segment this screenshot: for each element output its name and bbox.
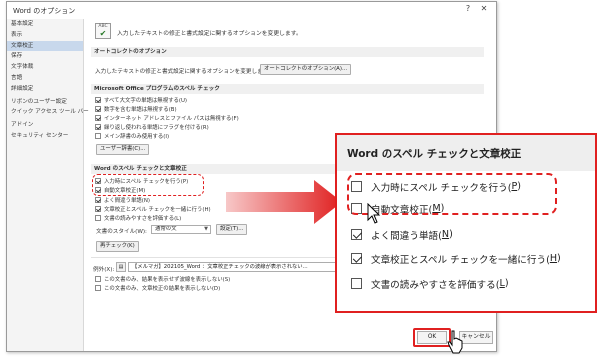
exceptions-document-select[interactable]: 【メルマガ】202105_Word ：文章校正チェックの波線が表示されない... xyxy=(128,262,338,272)
recheck-document-button[interactable]: 再チェック(K) xyxy=(96,241,139,252)
autocorrect-options-button[interactable]: オートコレクトのオプション(A)... xyxy=(260,64,352,75)
office-spelling-header: Microsoft Office プログラムのスペル チェック xyxy=(91,84,484,94)
checkbox[interactable] xyxy=(351,229,362,240)
sidebar-item-save[interactable]: 保存 xyxy=(7,51,83,62)
abc-check-icon: ABC ✔ xyxy=(95,23,111,39)
zoom-readability-statistics-option[interactable]: 文書の読みやすさを評価する(L) xyxy=(351,275,509,292)
callout-header: Word のスペル チェックと文章校正 xyxy=(337,135,595,171)
zoom-confused-words-option[interactable]: よく間違う単語(N) xyxy=(351,226,453,243)
chevron-down-icon: ▼ xyxy=(204,226,208,232)
checkbox[interactable] xyxy=(351,278,362,289)
title-bar: Word のオプション ? ✕ xyxy=(7,2,496,19)
checkbox[interactable] xyxy=(95,197,101,204)
autocorrect-header: オートコレクトのオプション xyxy=(91,47,484,57)
checkbox[interactable] xyxy=(95,133,101,140)
ignore-internet-addresses-option[interactable]: インターネット アドレスとファイル パスは無視する(F) xyxy=(95,114,239,123)
checkbox[interactable] xyxy=(95,206,101,213)
checkbox[interactable] xyxy=(95,215,101,222)
writing-style-label: 文書のスタイル(W): xyxy=(96,229,147,235)
sidebar-item-customize-ribbon[interactable]: リボンのユーザー設定 xyxy=(7,97,83,108)
flag-repeated-words-option[interactable]: 繰り返し使われる単語にフラグを付ける(R) xyxy=(95,123,209,132)
sidebar-item-trust-center[interactable]: セキュリティ センター xyxy=(7,131,83,142)
hide-grammar-errors-option[interactable]: この文書のみ、文章校正の結果を表示しない(D) xyxy=(95,284,220,293)
sidebar-item-general[interactable]: 基本設定 xyxy=(7,19,83,30)
spelling-options-highlight xyxy=(92,174,204,196)
checkbox[interactable] xyxy=(95,276,101,283)
panel-intro: 入力したテキストの修正と書式設定に関するオプションを変更します。 xyxy=(117,31,302,37)
checkbox[interactable] xyxy=(95,124,101,131)
hide-spelling-errors-option[interactable]: この文書のみ、結果を表示せず波線を表示しない(S) xyxy=(95,275,230,284)
checkbox[interactable] xyxy=(95,106,101,113)
ok-button-highlight xyxy=(413,328,451,347)
sidebar-item-proofing[interactable]: 文章校正 xyxy=(7,40,83,52)
writing-style-select[interactable]: 通常の文 ▼ xyxy=(151,225,211,234)
zoom-check-grammar-with-spelling-option[interactable]: 文章校正とスペル チェックを一緒に行う(H) xyxy=(351,250,561,267)
check-grammar-with-spelling-option[interactable]: 文章校正とスペル チェックを一緒に行う(H) xyxy=(95,205,211,214)
zoom-callout: Word のスペル チェックと文章校正 入力時にスペル チェックを行う(P) 自… xyxy=(335,133,597,313)
callout-title: Word のスペル チェックと文章校正 xyxy=(347,148,522,160)
document-icon: ▤ xyxy=(116,262,126,272)
dialog-title: Word のオプション xyxy=(13,7,76,15)
checkbox[interactable] xyxy=(95,97,101,104)
sidebar-item-display[interactable]: 表示 xyxy=(7,30,83,41)
checkbox[interactable] xyxy=(351,253,362,264)
autocorrect-description: 入力したテキストの修正と書式設定に関するオプションを変更します。 xyxy=(95,69,274,75)
checkbox[interactable] xyxy=(95,285,101,292)
close-button[interactable]: ✕ xyxy=(478,4,490,13)
ignore-uppercase-option[interactable]: すべて大文字の単語は無視する(U) xyxy=(95,96,187,105)
ignore-numbers-option[interactable]: 数字を含む単語は無視する(B) xyxy=(95,105,177,114)
readability-statistics-option[interactable]: 文書の読みやすさを評価する(L) xyxy=(95,214,181,223)
custom-dictionaries-button[interactable]: ユーザー辞書(C)... xyxy=(96,144,150,155)
exceptions-label: 例外(X): xyxy=(93,267,115,273)
sidebar-item-quick-access-toolbar[interactable]: クイック アクセス ツール バー xyxy=(7,107,89,118)
mouse-cursor-icon xyxy=(367,203,381,224)
red-arrow-icon xyxy=(226,180,342,224)
checkbox[interactable] xyxy=(95,115,101,122)
sidebar: 基本設定 表示 文章校正 保存 文字体裁 言語 詳細設定 リボンのユーザー設定 … xyxy=(7,19,89,351)
main-dictionary-only-option[interactable]: メイン辞書のみ使用する(I) xyxy=(95,132,169,141)
help-button[interactable]: ? xyxy=(462,4,474,13)
sidebar-item-advanced[interactable]: 詳細設定 xyxy=(7,84,83,95)
sidebar-item-addins[interactable]: アドイン xyxy=(7,120,83,131)
confused-words-option[interactable]: よく間違う単語(N) xyxy=(95,196,150,205)
sidebar-item-typography[interactable]: 文字体裁 xyxy=(7,62,83,73)
mouse-cursor-icon xyxy=(447,330,463,354)
sidebar-item-language[interactable]: 言語 xyxy=(7,73,83,84)
